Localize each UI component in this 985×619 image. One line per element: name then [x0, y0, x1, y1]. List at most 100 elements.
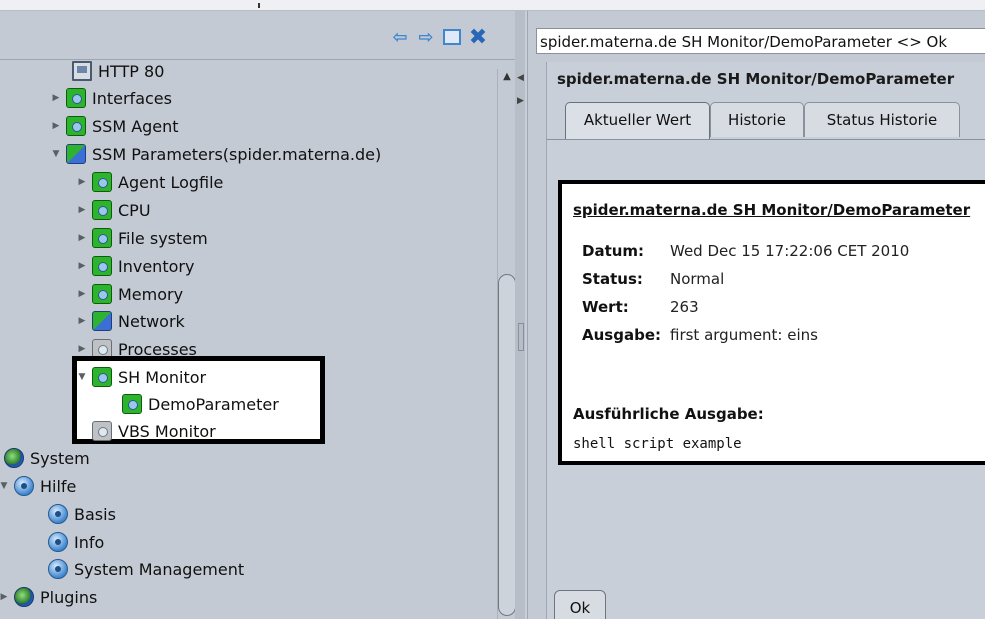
wert-value: 263: [670, 298, 699, 316]
help-icon: [48, 532, 68, 552]
tree-item-vbs-monitor[interactable]: VBS Monitor: [76, 419, 216, 443]
scroll-up-icon[interactable]: ▲: [500, 71, 514, 85]
parameter-panel: spider.materna.de SH Monitor/DemoParamet…: [546, 62, 985, 619]
collapse-right-icon[interactable]: ▶: [517, 96, 524, 106]
interfaces-icon: [66, 88, 86, 108]
collapse-arrow-icon[interactable]: ▼: [76, 372, 88, 382]
collapse-left-icon[interactable]: ◀: [517, 73, 524, 83]
expand-arrow-icon[interactable]: ▶: [76, 205, 88, 215]
tree-item-cpu[interactable]: ▶ CPU: [76, 198, 151, 222]
forward-button[interactable]: ⇨: [414, 25, 438, 49]
ausgabe-row: Ausgabe: first argument: eins: [582, 326, 818, 344]
top-strip-mark: [258, 3, 260, 8]
top-strip: [0, 0, 985, 11]
wert-row: Wert: 263: [582, 298, 699, 316]
parameter-icon: [92, 421, 112, 441]
tree-item-label: System Management: [74, 559, 245, 579]
tree-item-label: Memory: [118, 284, 184, 304]
detail-pane: spider.materna.de SH Monitor/DemoParamet…: [527, 11, 985, 619]
close-button[interactable]: ✖: [466, 24, 490, 50]
tab-historie[interactable]: Historie: [710, 102, 804, 137]
tree-item-file-system[interactable]: ▶ File system: [76, 226, 208, 250]
path-field[interactable]: spider.materna.de SH Monitor/DemoParamet…: [536, 28, 985, 54]
collapse-arrow-icon[interactable]: ▼: [0, 481, 10, 491]
expand-arrow-icon[interactable]: ▶: [76, 177, 88, 187]
tab-status-historie[interactable]: Status Historie: [804, 102, 960, 137]
parameter-icon: [122, 394, 142, 414]
datum-row: Datum: Wed Dec 15 17:22:06 CET 2010: [582, 242, 909, 260]
expand-arrow-icon[interactable]: ▶: [76, 261, 88, 271]
scrollbar-thumb[interactable]: [498, 274, 516, 616]
tree-item-info[interactable]: Info: [48, 530, 104, 554]
expand-arrow-icon[interactable]: ▶: [50, 93, 62, 103]
tree-item-http80[interactable]: HTTP 80: [56, 59, 164, 83]
ok-button[interactable]: Ok: [554, 590, 606, 619]
status-value: Normal: [670, 270, 725, 288]
tree-item-agent-logfile[interactable]: ▶ Agent Logfile: [76, 170, 223, 194]
long-output-text: shell script example: [573, 436, 742, 452]
tree-item-plugins[interactable]: ▶ Plugins: [0, 585, 97, 609]
tree-item-demo-parameter[interactable]: DemoParameter: [122, 392, 279, 416]
tree-item-basis[interactable]: Basis: [48, 502, 116, 526]
globe-icon: [4, 448, 24, 468]
datum-label: Datum:: [582, 242, 645, 260]
tree-item-label: HTTP 80: [98, 61, 165, 81]
detail-title: spider.materna.de SH Monitor/DemoParamet…: [573, 201, 971, 219]
tree-item-memory[interactable]: ▶ Memory: [76, 282, 183, 306]
tree-item-system[interactable]: System: [0, 446, 90, 470]
maximize-button[interactable]: [440, 25, 464, 49]
pane-splitter[interactable]: ◀ ▶: [515, 11, 525, 619]
help-icon: [48, 559, 68, 579]
wert-label: Wert:: [582, 298, 629, 316]
tree-item-label: VBS Monitor: [118, 421, 216, 441]
status-label: Status:: [582, 270, 643, 288]
expand-arrow-icon[interactable]: ▶: [76, 289, 88, 299]
detail-box: spider.materna.de SH Monitor/DemoParamet…: [558, 180, 985, 465]
parameter-icon: [92, 200, 112, 220]
parameter-icon: [92, 367, 112, 387]
tree-item-label: Plugins: [40, 587, 98, 607]
tree-item-system-management[interactable]: System Management: [48, 557, 244, 581]
tree-item-label: File system: [118, 228, 208, 248]
long-output-label: Ausführliche Ausgabe:: [573, 405, 764, 423]
tree-item-label: SSM Agent: [92, 116, 179, 136]
arrow-right-icon: ⇨: [418, 26, 434, 48]
tree-item-hilfe[interactable]: ▼ Hilfe: [0, 474, 76, 498]
expand-arrow-icon[interactable]: ▶: [76, 344, 88, 354]
close-icon: ✖: [468, 24, 488, 50]
tree-item-label: Basis: [74, 504, 116, 524]
tree-scrollbar[interactable]: ▲: [497, 69, 516, 619]
parameter-icon: [92, 284, 112, 304]
ausgabe-label: Ausgabe:: [582, 326, 661, 344]
tree-item-network[interactable]: ▶ Network: [76, 309, 185, 333]
back-button[interactable]: ⇦: [388, 25, 412, 49]
tree-item-label: CPU: [118, 200, 151, 220]
tree-item-label: Inventory: [118, 256, 195, 276]
navigation-toolbar: ⇦ ⇨ ✖: [0, 11, 525, 60]
parameters-icon: [66, 144, 86, 164]
tree-item-label: Agent Logfile: [118, 172, 224, 192]
datum-value: Wed Dec 15 17:22:06 CET 2010: [670, 242, 910, 260]
expand-arrow-icon[interactable]: ▶: [76, 233, 88, 243]
expand-arrow-icon[interactable]: ▶: [76, 316, 88, 326]
tree-item-interfaces[interactable]: ▶ Interfaces: [50, 86, 172, 110]
status-row: Status: Normal: [582, 270, 724, 288]
globe-icon: [14, 587, 34, 607]
parameter-icon: [92, 228, 112, 248]
ausgabe-value: first argument: eins: [670, 326, 818, 344]
tree-item-ssm-parameters[interactable]: ▼ SSM Parameters(spider.materna.de): [50, 142, 381, 166]
collapse-arrow-icon[interactable]: ▼: [50, 149, 62, 159]
expand-arrow-icon[interactable]: ▶: [0, 592, 10, 602]
tree-item-inventory[interactable]: ▶ Inventory: [76, 254, 194, 278]
panel-title: spider.materna.de SH Monitor/DemoParamet…: [557, 70, 955, 88]
tab-aktueller-wert[interactable]: Aktueller Wert: [565, 102, 710, 139]
tree-item-label: Interfaces: [92, 88, 172, 108]
tree-item-label: System: [30, 448, 90, 468]
expand-arrow-icon[interactable]: ▶: [50, 121, 62, 131]
tree-item-sh-monitor[interactable]: ▼ SH Monitor: [76, 365, 206, 389]
tree-item-label: Info: [74, 532, 105, 552]
splitter-grip[interactable]: [518, 323, 524, 351]
tree-item-ssm-agent[interactable]: ▶ SSM Agent: [50, 114, 179, 138]
arrow-left-icon: ⇦: [392, 26, 408, 48]
tree-item-label: DemoParameter: [148, 394, 279, 414]
